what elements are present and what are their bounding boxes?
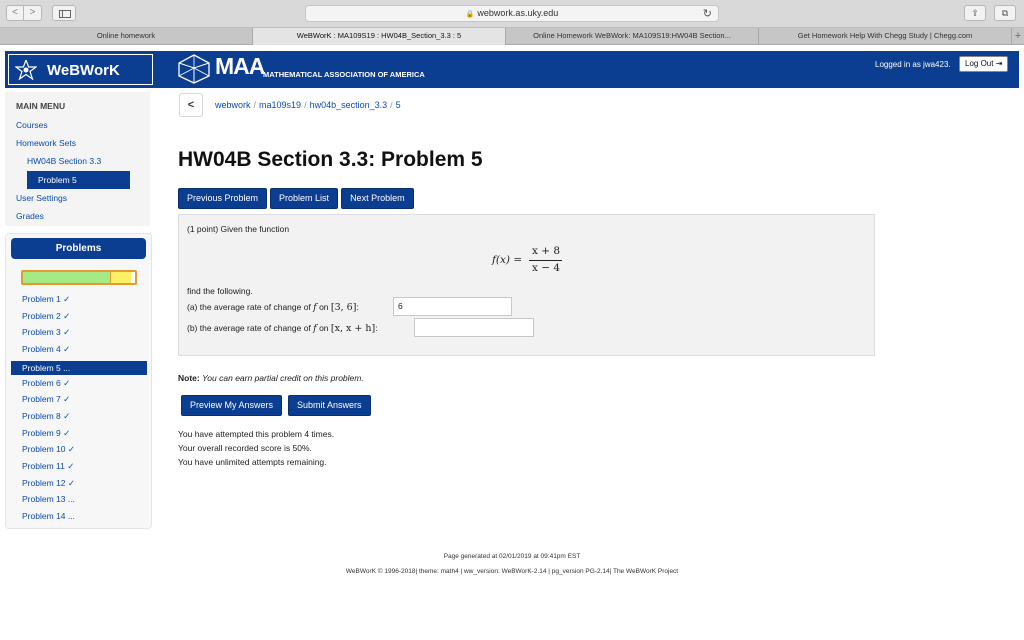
problem-list-item[interactable]: Problem 2 ✓ xyxy=(22,311,70,322)
browser-nav: < > xyxy=(6,5,42,21)
question-b: (b) the average rate of change of f on [… xyxy=(187,323,378,334)
question-b-interval: [x, x + h] xyxy=(330,323,376,334)
answer-b-input[interactable] xyxy=(414,318,534,337)
back-button[interactable]: < xyxy=(6,5,24,21)
lock-icon: 🔒 xyxy=(465,11,475,18)
question-a-interval: [3, 6] xyxy=(330,302,357,313)
menu-set-hw04b[interactable]: HW04B Section 3.3 xyxy=(27,156,101,166)
preview-answers-button[interactable]: Preview My Answers xyxy=(181,395,283,416)
problem-list-item[interactable]: Problem 4 ✓ xyxy=(22,344,70,355)
problem-list-item[interactable]: Problem 7 ✓ xyxy=(22,394,70,405)
maa-letters: MAA xyxy=(215,53,265,79)
note-label: Note: xyxy=(178,373,200,383)
submit-answers-button[interactable]: Submit Answers xyxy=(288,395,371,416)
find-instruction: find the following. xyxy=(187,286,253,296)
problems-panel-title: Problems xyxy=(11,238,146,259)
problem-list-item[interactable]: Problem 8 ✓ xyxy=(22,411,70,422)
reload-icon[interactable]: ↻ xyxy=(703,7,712,22)
attempts-status: You have attempted this problem 4 times. xyxy=(178,429,335,439)
problem-body: (1 point) Given the function f(x) = x + … xyxy=(178,214,875,356)
next-problem-button[interactable]: Next Problem xyxy=(341,188,414,209)
breadcrumb-webwork[interactable]: webwork xyxy=(215,100,251,110)
tab-online-homework-webwork[interactable]: Online Homework WeBWork: MA109S19:HW04B … xyxy=(506,28,759,45)
question-b-colon: : xyxy=(375,323,378,333)
tab-chegg[interactable]: Get Homework Help With Chegg Study | Che… xyxy=(759,28,1012,45)
note-text: You can earn partial credit on this prob… xyxy=(202,373,364,383)
problem-list-item[interactable]: Problem 10 ✓ xyxy=(22,444,75,455)
menu-homework-sets[interactable]: Homework Sets xyxy=(16,138,76,148)
sidebar-toggle-icon[interactable] xyxy=(52,5,76,21)
problem-list-item[interactable]: Problem 3 ✓ xyxy=(22,327,70,338)
breadcrumb-set[interactable]: hw04b_section_3.3 xyxy=(310,100,388,110)
problem-list-item[interactable]: Problem 9 ✓ xyxy=(22,428,70,439)
footer-copyright: WeBWorK © 1996-2018| theme: math4 | ww_v… xyxy=(345,568,679,575)
problem-list-item[interactable]: Problem 1 ✓ xyxy=(22,294,70,305)
remaining-status: You have unlimited attempts remaining. xyxy=(178,457,327,467)
logout-button[interactable]: Log Out ⇥ xyxy=(959,56,1009,72)
partial-credit-note: Note: You can earn partial credit on thi… xyxy=(178,373,364,383)
question-a-on: on xyxy=(316,302,331,312)
main-menu: MAIN MENU Courses Homework Sets HW04B Se… xyxy=(5,92,150,226)
share-icon[interactable]: ⇪ xyxy=(964,5,986,21)
problem-list-item[interactable]: Problem 11 ✓ xyxy=(22,461,74,472)
new-tab-button[interactable]: + xyxy=(1012,28,1024,44)
footer-generated: Page generated at 02/01/2019 at 09:41pm … xyxy=(443,553,581,560)
breadcrumb: webwork / ma109s19/hw04b_section_3.3/5 xyxy=(215,100,401,110)
answer-actions: Preview My Answers Submit Answers xyxy=(181,395,371,416)
formula-denominator: x − 4 xyxy=(532,262,561,274)
score-status: Your overall recorded score is 50%. xyxy=(178,443,312,453)
problem-list-item[interactable]: Problem 5 ... xyxy=(11,360,147,375)
problem-intro: (1 point) Given the function xyxy=(187,224,290,234)
logged-in-label: Logged in as jwa423. xyxy=(875,60,951,69)
tab-bar: Online homework WeBWorK : MA109S19 : HW0… xyxy=(0,28,1024,45)
menu-grades[interactable]: Grades xyxy=(16,211,44,221)
menu-courses[interactable]: Courses xyxy=(16,120,48,130)
question-a-text: (a) the average rate of change of xyxy=(187,302,314,312)
breadcrumb-back-button[interactable]: < xyxy=(179,93,203,117)
breadcrumb-separator: / xyxy=(304,100,307,110)
question-a: (a) the average rate of change of f on [… xyxy=(187,302,359,313)
problem-list-button[interactable]: Problem List xyxy=(270,188,339,209)
forward-button[interactable]: > xyxy=(24,5,42,21)
webwork-star-icon xyxy=(15,60,37,80)
tab-online-homework[interactable]: Online homework xyxy=(0,28,253,45)
problems-panel: Problems Problem 1 ✓ Problem 2 ✓ Problem 3… xyxy=(5,233,152,529)
site-header: WeBWorK MAA MATHEMATICAL ASSOCIATION OF … xyxy=(5,51,1019,88)
fraction-bar xyxy=(529,260,562,261)
logout-icon: ⇥ xyxy=(995,59,1003,68)
url-text: webwork.as.uky.edu xyxy=(477,8,559,18)
menu-current-problem[interactable]: Problem 5 xyxy=(27,171,130,189)
problem-list-item[interactable]: Problem 6 ✓ xyxy=(22,378,70,389)
progress-correct xyxy=(23,272,111,283)
problem-list-item[interactable]: Problem 14 ... xyxy=(22,511,75,521)
formula-numerator: x + 8 xyxy=(532,245,561,257)
maa-full-name: MATHEMATICAL ASSOCIATION OF AMERICA xyxy=(263,70,425,79)
problem-list-item[interactable]: Problem 13 ... xyxy=(22,494,75,504)
maa-icosahedron-icon xyxy=(178,54,210,84)
progress-partial xyxy=(110,272,131,283)
webwork-logo-text: WeBWorK xyxy=(47,62,120,79)
answer-a-input[interactable]: 6 xyxy=(393,297,512,316)
formula-lhs: f(x) = xyxy=(492,254,523,266)
problem-list-item[interactable]: Problem 12 ✓ xyxy=(22,478,75,489)
question-a-colon: : xyxy=(356,302,359,312)
breadcrumb-separator: / xyxy=(390,100,393,110)
logout-label: Log Out xyxy=(965,59,994,68)
problem-nav: Previous Problem Problem List Next Probl… xyxy=(178,188,414,209)
show-tabs-icon[interactable]: ⧉ xyxy=(994,5,1016,21)
breadcrumb-separator: / xyxy=(253,100,257,110)
page-title: HW04B Section 3.3: Problem 5 xyxy=(178,148,483,171)
previous-problem-button[interactable]: Previous Problem xyxy=(178,188,268,209)
breadcrumb-problem: 5 xyxy=(395,100,401,110)
menu-user-settings[interactable]: User Settings xyxy=(16,193,67,203)
main-menu-title: MAIN MENU xyxy=(16,101,66,111)
browser-toolbar: < > 🔒 webwork.as.uky.edu ↻ ⇪ ⧉ xyxy=(0,0,1024,28)
address-bar[interactable]: 🔒 webwork.as.uky.edu ↻ xyxy=(305,5,719,22)
progress-bar xyxy=(21,270,137,285)
tab-webwork[interactable]: WeBWorK : MA109S19 : HW04B_Section_3.3 :… xyxy=(253,28,506,45)
breadcrumb-course[interactable]: ma109s19 xyxy=(259,100,301,110)
question-b-text: (b) the average rate of change of xyxy=(187,323,314,333)
question-b-on: on xyxy=(316,323,331,333)
webwork-logo[interactable]: WeBWorK xyxy=(7,53,154,86)
